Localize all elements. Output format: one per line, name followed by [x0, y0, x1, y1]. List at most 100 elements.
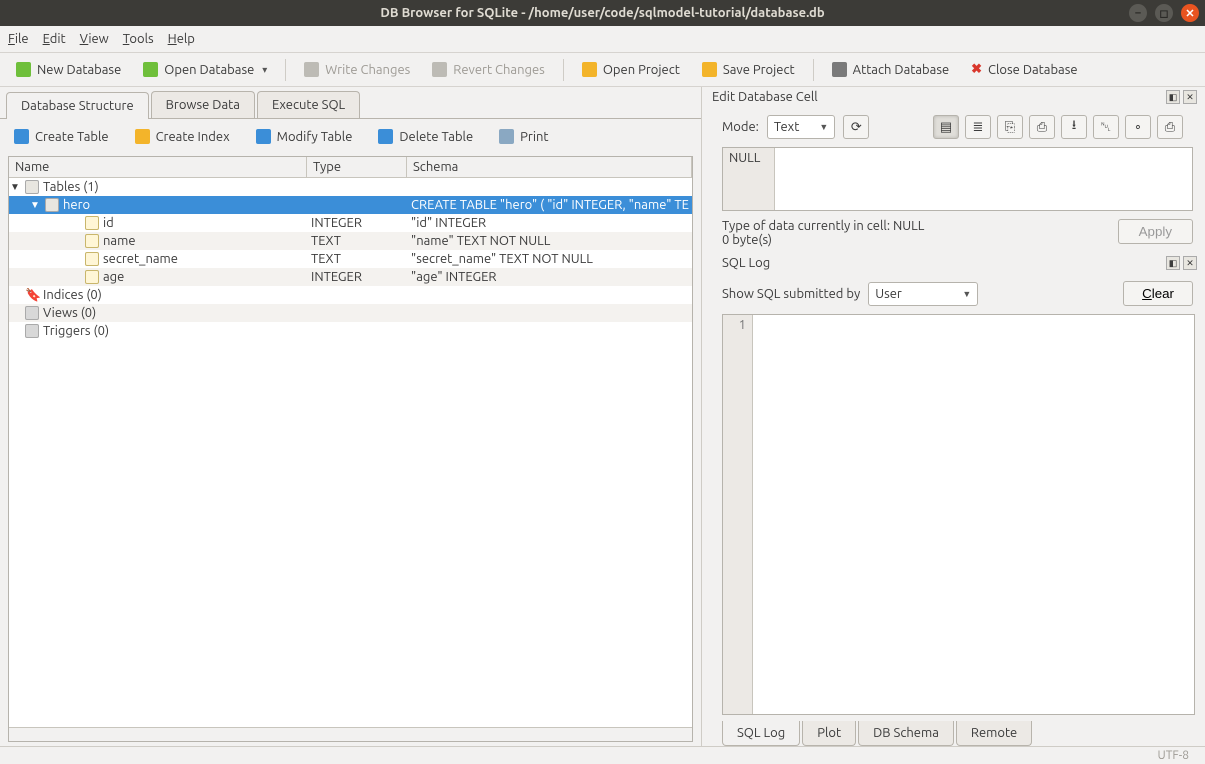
sql-log-textarea[interactable]: 1 — [722, 314, 1195, 715]
revert-changes-icon — [432, 62, 447, 77]
create-table-button[interactable]: Create Table — [10, 127, 113, 146]
tab-execute-sql[interactable]: Execute SQL — [257, 91, 360, 118]
expander-icon[interactable]: ▼ — [9, 181, 21, 193]
column-icon — [85, 270, 99, 284]
column-icon — [85, 216, 99, 230]
menu-view[interactable]: View — [80, 32, 109, 46]
toolbar-separator — [813, 59, 814, 81]
mode-label: Mode: — [722, 120, 759, 134]
menu-help[interactable]: Help — [168, 32, 195, 46]
header-name[interactable]: Name — [9, 157, 307, 177]
tree-node-tables[interactable]: ▼Tables (1) — [9, 178, 692, 196]
apply-button: Apply — [1118, 219, 1193, 244]
schema-tree: Name Type Schema ▼Tables (1) ▼hero CREAT… — [8, 156, 693, 742]
sql-log-title: SQL Log — [722, 256, 770, 270]
submitted-by-select[interactable]: User ▼ — [868, 282, 978, 306]
window-maximize-button[interactable]: ◻ — [1155, 4, 1173, 22]
bottom-tab-plot[interactable]: Plot — [802, 721, 856, 746]
clear-button[interactable]: Clear — [1123, 281, 1193, 306]
window-close-button[interactable]: ✕ — [1181, 4, 1199, 22]
window-titlebar: DB Browser for SQLite - /home/user/code/… — [0, 0, 1205, 26]
bottom-tab-db-schema[interactable]: DB Schema — [858, 721, 954, 746]
tree-node-hero[interactable]: ▼hero CREATE TABLE "hero" ( "id" INTEGER… — [9, 196, 692, 214]
cell-size-info: 0 byte(s) — [722, 233, 924, 247]
tree-node-views[interactable]: ▼Views (0) — [9, 304, 692, 322]
tree-header: Name Type Schema — [9, 157, 692, 178]
modify-table-button[interactable]: Modify Table — [252, 127, 357, 146]
delete-table-button[interactable]: Delete Table — [374, 127, 477, 146]
revert-changes-button: Revert Changes — [424, 59, 553, 80]
expander-icon[interactable]: ▼ — [29, 199, 41, 211]
print-button[interactable]: Print — [495, 127, 552, 146]
tree-node-column[interactable]: name TEXT "name" TEXT NOT NULL — [9, 232, 692, 250]
print-cell-icon[interactable]: ⎙ — [1157, 115, 1183, 139]
text-mode-icon[interactable]: ▤ — [933, 115, 959, 139]
column-icon — [85, 234, 99, 248]
tab-browse-data[interactable]: Browse Data — [151, 91, 255, 118]
menu-file[interactable]: File — [8, 32, 29, 46]
open-project-button[interactable]: Open Project — [574, 59, 688, 80]
save-project-icon — [702, 62, 717, 77]
main-tabs: Database Structure Browse Data Execute S… — [0, 87, 701, 118]
header-schema[interactable]: Schema — [407, 157, 692, 177]
tree-body[interactable]: ▼Tables (1) ▼hero CREATE TABLE "hero" ( … — [9, 178, 692, 727]
null-icon[interactable]: ␀ — [1093, 115, 1119, 139]
new-database-icon — [16, 62, 31, 77]
bottom-tab-sql-log[interactable]: SQL Log — [722, 721, 800, 746]
open-database-button[interactable]: Open Database ▾ — [135, 59, 275, 80]
close-database-button[interactable]: ✖ Close Database — [963, 59, 1085, 80]
table-icon — [45, 198, 59, 212]
clear-icon[interactable]: ∘ — [1125, 115, 1151, 139]
structure-toolbar: Create Table Create Index Modify Table D… — [0, 118, 701, 154]
window-title: DB Browser for SQLite - /home/user/code/… — [380, 6, 824, 20]
panel-close-icon[interactable]: ✕ — [1183, 90, 1197, 104]
header-type[interactable]: Type — [307, 157, 407, 177]
cell-editor[interactable]: NULL — [722, 147, 1193, 211]
menu-edit[interactable]: Edit — [43, 32, 66, 46]
write-changes-button: Write Changes — [296, 59, 418, 80]
status-bar: UTF-8 — [0, 746, 1205, 764]
modify-table-icon — [256, 129, 271, 144]
chevron-down-icon: ▼ — [819, 122, 828, 132]
panel-undock-icon[interactable]: ◧ — [1166, 90, 1180, 104]
create-index-icon — [135, 129, 150, 144]
delete-table-icon — [378, 129, 393, 144]
mode-select[interactable]: Text ▼ — [767, 115, 835, 139]
attach-database-icon — [832, 62, 847, 77]
panel-close-icon[interactable]: ✕ — [1183, 256, 1197, 270]
horizontal-scrollbar[interactable] — [9, 727, 692, 741]
export-icon[interactable]: ⎙ — [1029, 115, 1055, 139]
menu-tools[interactable]: Tools — [123, 32, 154, 46]
new-database-button[interactable]: New Database — [8, 59, 129, 80]
tag-icon: 🔖 — [25, 288, 39, 302]
tree-node-column[interactable]: age INTEGER "age" INTEGER — [9, 268, 692, 286]
attach-database-button[interactable]: Attach Database — [824, 59, 958, 80]
close-database-icon: ✖ — [971, 62, 982, 77]
bottom-tabs: SQL Log Plot DB Schema Remote — [702, 721, 1205, 746]
cell-text-area[interactable] — [775, 148, 1192, 210]
refresh-icon[interactable]: ⟳ — [843, 115, 869, 139]
toolbar-separator — [285, 59, 286, 81]
panel-undock-icon[interactable]: ◧ — [1166, 256, 1180, 270]
tree-node-column[interactable]: id INTEGER "id" INTEGER — [9, 214, 692, 232]
tree-node-column[interactable]: secret_name TEXT "secret_name" TEXT NOT … — [9, 250, 692, 268]
save-icon[interactable]: ⭳ — [1061, 115, 1087, 139]
create-index-button[interactable]: Create Index — [131, 127, 234, 146]
window-minimize-button[interactable]: – — [1129, 4, 1147, 22]
rtl-mode-icon[interactable]: ≣ — [965, 115, 991, 139]
tree-node-triggers[interactable]: ▼Triggers (0) — [9, 322, 692, 340]
bottom-tab-remote[interactable]: Remote — [956, 721, 1032, 746]
tab-database-structure[interactable]: Database Structure — [6, 92, 149, 119]
cell-type-info: Type of data currently in cell: NULL — [722, 219, 924, 233]
sql-log-panel-header: SQL Log ◧ ✕ — [702, 253, 1205, 273]
chevron-down-icon: ▼ — [962, 289, 971, 299]
menu-bar: File Edit View Tools Help — [0, 26, 1205, 53]
save-project-button[interactable]: Save Project — [694, 59, 803, 80]
table-group-icon — [25, 180, 39, 194]
open-database-icon — [143, 62, 158, 77]
open-project-icon — [582, 62, 597, 77]
column-icon — [85, 252, 99, 266]
main-toolbar: New Database Open Database ▾ Write Chang… — [0, 53, 1205, 87]
import-icon[interactable]: ⎘ — [997, 115, 1023, 139]
tree-node-indices[interactable]: ▼🔖Indices (0) — [9, 286, 692, 304]
